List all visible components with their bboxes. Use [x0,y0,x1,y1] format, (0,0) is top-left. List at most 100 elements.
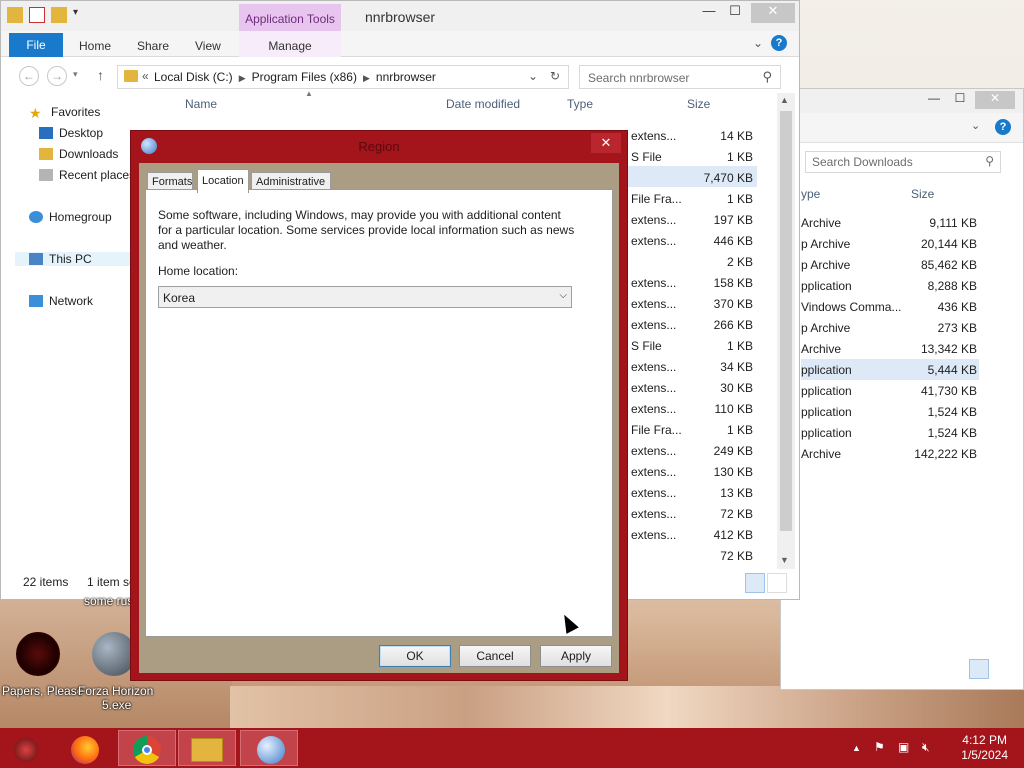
scroll-down-icon[interactable]: ▼ [780,555,789,565]
recent-locations-icon[interactable]: ▾ [73,69,78,80]
up-button[interactable]: ↑ [97,67,104,83]
table-row[interactable]: pplication 41,730 KB [801,380,979,401]
tab-share[interactable]: Share [137,39,169,53]
table-row[interactable]: File Fra... 1 KB [621,187,757,208]
table-row[interactable]: extens... 412 KB [621,523,757,544]
back-button[interactable]: ← [19,66,39,86]
nav-downloads[interactable]: Downloads [39,147,118,161]
close-button[interactable]: ✕ [975,91,1015,109]
nav-desktop[interactable]: Desktop [39,126,103,140]
details-view-icon[interactable] [969,659,989,679]
taskbar-chrome[interactable] [118,730,176,766]
nav-homegroup[interactable]: Homegroup [29,210,112,224]
scroll-up-icon[interactable]: ▲ [780,95,789,105]
table-row[interactable]: File Fra... 1 KB [621,418,757,439]
table-row[interactable]: Archive 13,342 KB [801,338,979,359]
table-row[interactable]: Archive 9,111 KB [801,212,979,233]
table-row[interactable]: pplication 1,524 KB [801,401,979,422]
table-row[interactable]: extens... 72 KB [621,502,757,523]
table-row[interactable]: p Archive 273 KB [801,317,979,338]
apply-button[interactable]: Apply [540,645,612,667]
maximize-button[interactable]: ☐ [947,91,973,109]
refresh-icon[interactable]: ↻ [550,69,560,83]
ribbon-expand-icon[interactable]: ⌄ [753,36,763,50]
large-icons-view-icon[interactable] [767,573,787,593]
table-row[interactable]: extens... 249 KB [621,439,757,460]
column-type[interactable]: Type [567,97,593,111]
search-input[interactable]: Search nnrbrowser ⚲ [579,65,781,89]
minimize-button[interactable]: — [695,3,723,23]
nav-network[interactable]: Network [29,294,93,308]
table-row[interactable]: S File 1 KB [621,145,757,166]
table-row[interactable]: S File 1 KB [621,334,757,355]
breadcrumb-arrow-icon[interactable]: ▶ [239,73,246,83]
action-center-flag-icon[interactable]: ⚑ [874,740,885,754]
network-status-icon[interactable]: ▣ [898,740,909,754]
table-row[interactable]: extens... 13 KB [621,481,757,502]
desktop-icon-papers-please[interactable] [16,632,60,676]
tab-home[interactable]: Home [79,39,111,53]
table-row[interactable]: extens... 370 KB [621,292,757,313]
path-overflow[interactable]: « [142,69,149,83]
table-row[interactable]: extens... 266 KB [621,313,757,334]
column-size[interactable]: Size [911,187,934,201]
column-size[interactable]: Size [687,97,710,111]
table-row[interactable]: extens... 14 KB [621,124,757,145]
table-row[interactable]: pplication 1,524 KB [801,422,979,443]
nav-favorites[interactable]: ★ Favorites [29,105,100,121]
column-name[interactable]: Name [185,97,217,111]
scrollbar-thumb[interactable] [780,111,792,531]
help-icon[interactable]: ? [771,35,787,51]
taskbar-file-explorer[interactable] [178,730,236,766]
table-row[interactable]: p Archive 20,144 KB [801,233,979,254]
column-date-modified[interactable]: Date modified [446,97,520,111]
dialog-close-button[interactable]: ✕ [591,133,621,153]
table-row[interactable]: extens... 197 KB [621,208,757,229]
table-row[interactable]: extens... 446 KB [621,229,757,250]
table-row[interactable]: extens... 30 KB [621,376,757,397]
details-view-icon[interactable] [745,573,765,593]
volume-muted-icon[interactable]: 🔇︎ [922,740,930,755]
forward-button[interactable]: → [47,66,67,86]
system-clock[interactable]: 4:12 PM 1/5/2024 [961,733,1008,763]
ok-button[interactable]: OK [379,645,451,667]
nav-recent-places[interactable]: Recent places [39,168,135,182]
chevron-down-icon[interactable]: ⌄ [528,69,538,83]
table-row[interactable]: extens... 110 KB [621,397,757,418]
show-hidden-icons-icon[interactable]: ▲ [852,743,861,753]
tab-view[interactable]: View [195,39,221,53]
home-location-select[interactable]: Korea ⌵ [158,286,572,308]
breadcrumb-program-files[interactable]: Program Files (x86) [252,70,357,84]
table-row[interactable]: 2 KB [621,250,757,271]
table-row[interactable]: pplication 8,288 KB [801,275,979,296]
help-icon[interactable]: ? [995,119,1011,135]
tab-manage[interactable]: Manage [239,31,341,57]
table-row[interactable]: extens... 130 KB [621,460,757,481]
search-icon[interactable]: ⚲ [762,69,772,85]
breadcrumb-arrow-icon[interactable]: ▶ [363,73,370,83]
breadcrumb-local-disk[interactable]: Local Disk (C:) [154,70,233,84]
cancel-button[interactable]: Cancel [459,645,531,667]
taskbar-firefox[interactable] [58,730,116,766]
table-row[interactable]: p Archive 85,462 KB [801,254,979,275]
breadcrumb-nnrbrowser[interactable]: nnrbrowser [376,70,436,84]
maximize-button[interactable]: ☐ [721,3,749,23]
tab-file[interactable]: File [9,33,63,57]
path-input[interactable]: « Local Disk (C:) ▶ Program Files (x86) ▶ nn… [117,65,569,89]
table-row[interactable]: 7,470 KB [621,166,757,187]
table-row[interactable]: pplication 5,444 KB [801,359,979,380]
table-row[interactable]: 72 KB [621,544,757,565]
downloads-search-input[interactable]: Search Downloads ⚲ [805,151,1001,173]
ribbon-expand-icon[interactable]: ⌄ [971,119,980,132]
column-type[interactable]: ype [801,187,820,201]
table-row[interactable]: Vindows Comma... 436 KB [801,296,979,317]
chevron-down-icon[interactable]: ⌵ [559,290,567,301]
vertical-scrollbar[interactable]: ▲ ▼ [777,93,795,569]
search-icon[interactable]: ⚲ [985,154,994,168]
table-row[interactable]: extens... 158 KB [621,271,757,292]
tab-location[interactable]: Location [197,169,249,193]
close-button[interactable]: ✕ [751,3,795,23]
taskbar-start-app[interactable] [0,730,58,766]
table-row[interactable]: extens... 34 KB [621,355,757,376]
table-row[interactable]: Archive 142,222 KB [801,443,979,464]
